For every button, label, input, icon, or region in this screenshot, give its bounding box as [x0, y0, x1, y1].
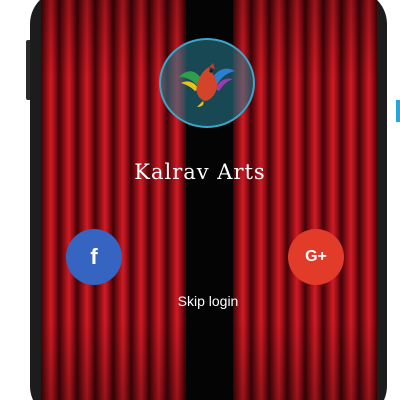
- google-plus-icon: G+: [305, 248, 327, 265]
- page: Kalrav Arts f G+ Skip login: [0, 0, 400, 400]
- facebook-icon: f: [90, 244, 98, 269]
- bird-logo-icon: [179, 63, 235, 107]
- side-accent: [396, 100, 400, 122]
- app-logo: [159, 38, 255, 128]
- facebook-login-button[interactable]: f: [66, 229, 122, 285]
- app-title: Kalrav Arts: [134, 160, 266, 184]
- google-login-button[interactable]: G+: [288, 229, 344, 285]
- skip-login-link[interactable]: Skip login: [0, 293, 400, 309]
- curtain-right: [233, 0, 377, 400]
